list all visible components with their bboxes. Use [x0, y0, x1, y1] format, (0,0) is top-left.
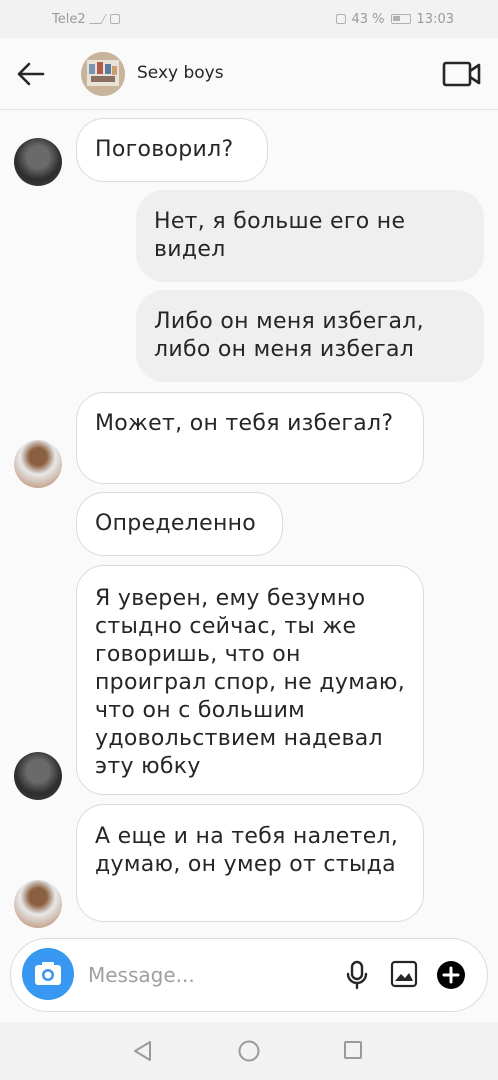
- message-text: Нет, я больше его не видел: [154, 209, 406, 262]
- avatar[interactable]: [14, 138, 62, 186]
- message-text: Определенно: [95, 511, 257, 536]
- more-options-button[interactable]: [436, 960, 466, 990]
- message-bubble[interactable]: Может, он тебя избегал?: [76, 392, 424, 484]
- group-name[interactable]: Sexy boys: [137, 63, 224, 83]
- square-recents-icon: [344, 1041, 362, 1059]
- message-bubble[interactable]: Я уверен, ему безумно стыдно сейчас, ты …: [76, 565, 424, 795]
- video-call-button[interactable]: [442, 60, 482, 88]
- gallery-icon: [390, 960, 418, 988]
- camera-icon: [35, 962, 61, 985]
- group-photo: [81, 52, 125, 96]
- message-bubble[interactable]: А еще и на тебя налетел, думаю, он умер …: [76, 804, 424, 922]
- message-input[interactable]: [88, 960, 328, 990]
- vibrate-icon: [335, 14, 346, 24]
- nav-recents-button[interactable]: [343, 1040, 363, 1060]
- chat-header: Sexy boys: [0, 38, 498, 110]
- message-text: Либо он меня избегал, либо он меня избег…: [154, 309, 424, 362]
- nav-home-button[interactable]: [238, 1040, 260, 1062]
- status-bar: Tele2 43 % 13:03: [0, 0, 498, 38]
- plus-circle-icon: [437, 961, 465, 989]
- system-navigation-bar: [0, 1022, 498, 1080]
- signal-icon: [88, 14, 107, 24]
- status-bar-right: 43 % 13:03: [335, 11, 454, 27]
- message-bubble[interactable]: Нет, я больше его не видел: [136, 190, 484, 282]
- camera-button[interactable]: [22, 948, 74, 1000]
- message-bubble[interactable]: Определенно: [76, 492, 283, 556]
- avatar[interactable]: [14, 880, 62, 928]
- message-text: Я уверен, ему безумно стыдно сейчас, ты …: [95, 586, 405, 779]
- video-camera-icon: [442, 61, 481, 87]
- message-bubble[interactable]: Поговорил?: [76, 118, 268, 182]
- message-thread[interactable]: Поговорил? Нет, я больше его не видел Ли…: [0, 110, 498, 940]
- gallery-button[interactable]: [390, 960, 418, 988]
- message-text: Может, он тебя избегал?: [95, 411, 394, 436]
- microphone-icon: [346, 960, 368, 990]
- status-bar-left: Tele2: [52, 12, 120, 27]
- back-button[interactable]: [16, 60, 46, 88]
- group-avatar[interactable]: [81, 52, 125, 96]
- avatar[interactable]: [14, 752, 62, 800]
- message-bubble[interactable]: Либо он меня избегал, либо он меня избег…: [136, 290, 484, 382]
- message-text: А еще и на тебя налетел, думаю, он умер …: [95, 824, 399, 877]
- nav-back-button[interactable]: [132, 1040, 154, 1062]
- voice-message-button[interactable]: [344, 960, 370, 990]
- circle-home-icon: [238, 1040, 260, 1062]
- clock: 13:03: [416, 11, 454, 27]
- arrow-left-icon: [17, 62, 45, 86]
- battery-icon: [390, 14, 411, 24]
- triangle-back-icon: [134, 1041, 151, 1061]
- wifi-icon: [109, 14, 120, 24]
- message-text: Поговорил?: [95, 137, 234, 162]
- avatar[interactable]: [14, 440, 62, 488]
- battery-percent: 43 %: [351, 11, 385, 27]
- carrier-label: Tele2: [52, 11, 86, 27]
